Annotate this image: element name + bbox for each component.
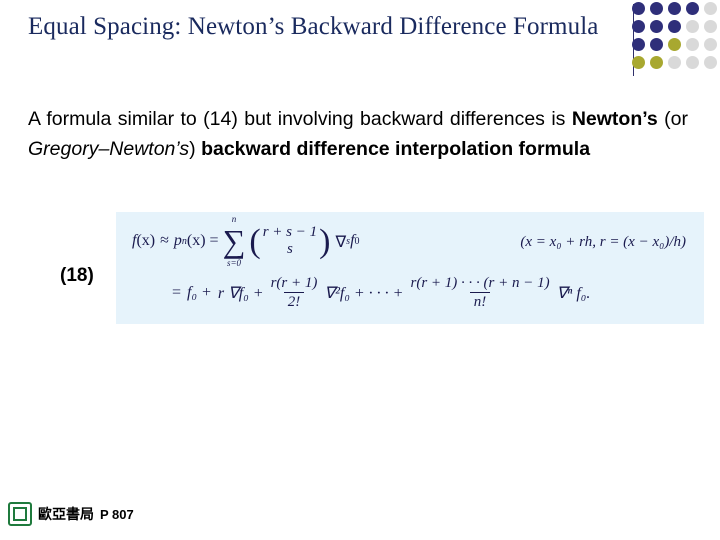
binom-top: r + s − 1: [262, 224, 318, 240]
grid-dot: [686, 20, 699, 33]
fraction-2-numerator: r(r + 1) · · · (r + n − 1): [410, 275, 550, 291]
formula-p: p: [173, 232, 182, 250]
paragraph-segment-gregory-newtons: Gregory–Newton’s: [28, 138, 190, 160]
formula-line2-equals: =: [172, 283, 182, 301]
formula-f-arg: (x): [136, 232, 156, 250]
formula-line-2: = f₀ + r ∇f₀ + r(r + 1) 2! ∇²f₀ + · · · …: [172, 274, 692, 318]
fraction-1-numerator: r(r + 1): [270, 275, 318, 291]
footer: 歐亞書局 P 807: [8, 502, 134, 526]
grid-dot: [668, 2, 681, 15]
binom-right-paren: ): [319, 222, 331, 260]
body-paragraph: A formula similar to (14) but involving …: [28, 104, 688, 164]
binomial-coefficient: ( r + s − 1 s ): [249, 224, 330, 259]
paragraph-segment-newtons: Newton’s: [571, 108, 658, 130]
grid-dot: [668, 38, 681, 51]
grid-dot: [704, 56, 717, 69]
term-r-nabla-f0: r ∇f₀ +: [217, 284, 264, 302]
grid-dot: [668, 56, 681, 69]
grid-dot: [686, 2, 699, 15]
grid-dot: [650, 38, 663, 51]
paragraph-segment-3: (or: [657, 108, 688, 130]
binom-left-paren: (: [249, 222, 261, 260]
grid-dot: [704, 38, 717, 51]
term-f0: f₀ +: [187, 283, 212, 301]
fraction-1-denominator: 2!: [283, 292, 305, 311]
formula-side-condition: (x = x₀ + rh, r = (x − x₀)/h): [520, 234, 686, 250]
formula-approx: ≈: [160, 232, 169, 250]
grid-dot: [632, 38, 645, 51]
fraction-2-tail: ∇ⁿ f₀.: [556, 284, 591, 302]
nabla-icon: ∇: [335, 231, 347, 251]
paragraph-segment-formula-name: backward difference interpolation formul…: [201, 138, 591, 160]
grid-dot: [632, 2, 645, 15]
paragraph-segment-1: A formula similar to (14) but involving …: [28, 108, 572, 130]
sum-upper-limit: n: [231, 214, 237, 225]
grid-dot: [650, 20, 663, 33]
grid-dot: [632, 20, 645, 33]
sum-lower-limit: s=0: [226, 258, 242, 269]
grid-dot: [632, 56, 645, 69]
grid-dot: [686, 56, 699, 69]
grid-dot: [704, 20, 717, 33]
sum-glyph: ∑: [222, 223, 246, 260]
publisher-name: 歐亞書局: [38, 507, 94, 523]
decorative-dot-grid: [632, 2, 718, 78]
publisher-logo-icon: [8, 502, 32, 526]
formula-image: f (x) ≈ p n (x) = n ∑ s=0 ( r + s − 1 s …: [116, 212, 704, 324]
fraction-2: r(r + 1) · · · (r + n − 1) n!: [406, 274, 553, 311]
grid-dot: [686, 38, 699, 51]
paragraph-segment-5: ): [189, 138, 202, 160]
grid-dot: [650, 56, 663, 69]
nabla-f-subscript: 0: [354, 235, 360, 247]
page-title: Equal Spacing: Newton’s Backward Differe…: [28, 13, 599, 40]
binom-bottom: s: [287, 241, 293, 258]
fraction-1-tail: ∇²f₀ + · · · +: [324, 284, 404, 302]
fraction-1: r(r + 1) 2!: [267, 274, 322, 311]
fraction-2-denominator: n!: [469, 292, 491, 311]
grid-dot: [668, 20, 681, 33]
formula-p-arg: (x) =: [186, 232, 219, 250]
summation-symbol: n ∑ s=0: [222, 215, 246, 268]
grid-dot: [650, 2, 663, 15]
grid-dot: [704, 2, 717, 15]
equation-number: (18): [60, 265, 94, 286]
page-reference: P 807: [100, 506, 134, 522]
